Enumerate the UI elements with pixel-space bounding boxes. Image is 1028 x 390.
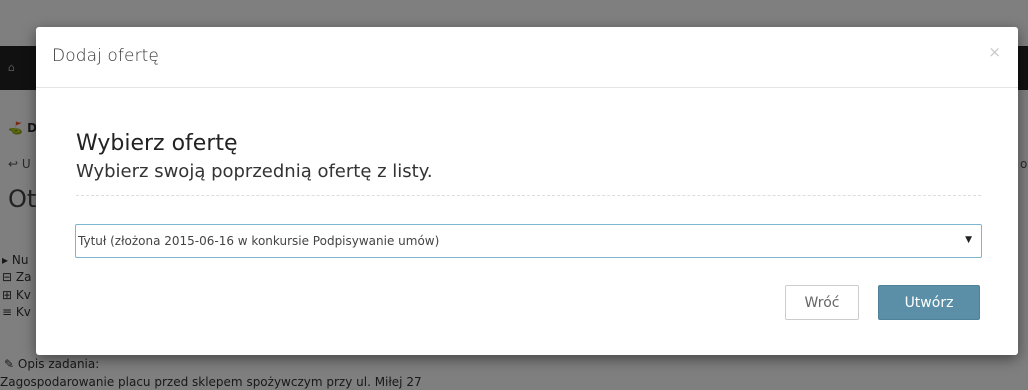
offer-select[interactable]: Tytuł (złożona 2015-06-16 w konkursie Po… [75, 224, 982, 258]
section-heading: Wybierz ofertę [76, 131, 238, 156]
modal-title: Dodaj ofertę [52, 46, 159, 66]
add-offer-modal: Dodaj ofertę × Wybierz ofertę Wybierz sw… [36, 27, 1018, 355]
section-subheading: Wybierz swoją poprzednią ofertę z listy. [76, 161, 433, 182]
back-button[interactable]: Wróć [785, 285, 859, 320]
modal-header: Dodaj ofertę × [36, 27, 1018, 88]
offer-select-value: Tytuł (złożona 2015-06-16 w konkursie Po… [78, 234, 440, 248]
chevron-down-icon: ▼ [965, 235, 972, 245]
create-button[interactable]: Utwórz [878, 285, 980, 320]
close-icon[interactable]: × [988, 43, 1001, 61]
divider [76, 195, 981, 196]
